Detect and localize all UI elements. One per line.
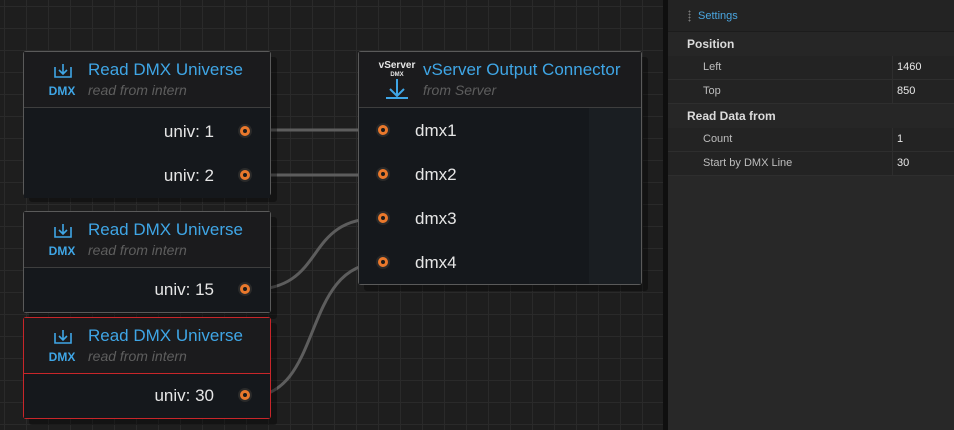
vserver-icon: vServer DMX bbox=[377, 58, 417, 102]
property-row-left[interactable]: Left 1460 bbox=[668, 56, 954, 80]
input-label: dmx3 bbox=[415, 209, 457, 228]
dmx-read-icon: DMX bbox=[44, 326, 80, 366]
input-row: dmx3 bbox=[359, 197, 641, 241]
input-label: dmx2 bbox=[415, 165, 457, 184]
node-subtitle: from Server bbox=[423, 82, 497, 98]
node-read-dmx-universe-1[interactable]: DMX Read DMX Universe read from intern u… bbox=[23, 51, 271, 198]
section-read-data-from-title[interactable]: Read Data from bbox=[668, 104, 954, 128]
tab-settings[interactable]: Settings bbox=[668, 0, 954, 32]
property-value-field[interactable]: 30 bbox=[892, 152, 954, 175]
output-port[interactable] bbox=[238, 388, 252, 402]
property-row-start-by-dmx-line[interactable]: Start by DMX Line 30 bbox=[668, 152, 954, 176]
node-body: univ: 15 bbox=[24, 268, 270, 312]
output-port[interactable] bbox=[238, 168, 252, 182]
node-body: univ: 30 bbox=[24, 374, 270, 418]
output-label: univ: 2 bbox=[163, 166, 214, 185]
output-port[interactable] bbox=[238, 124, 252, 138]
node-subtitle: read from intern bbox=[88, 348, 187, 364]
node-header[interactable]: DMX Read DMX Universe read from intern bbox=[24, 318, 270, 374]
property-row-count[interactable]: Count 1 bbox=[668, 128, 954, 152]
output-row: univ: 30 bbox=[24, 374, 270, 418]
node-body: univ: 1 univ: 2 bbox=[24, 108, 270, 198]
output-port[interactable] bbox=[238, 282, 252, 296]
input-port[interactable] bbox=[376, 255, 390, 269]
property-name: Left bbox=[703, 61, 722, 73]
node-body: dmx1 dmx2 dmx3 dmx4 bbox=[359, 108, 641, 284]
input-port[interactable] bbox=[376, 123, 390, 137]
output-label: univ: 1 bbox=[163, 122, 214, 141]
input-label: dmx4 bbox=[415, 253, 457, 272]
output-row: univ: 1 bbox=[24, 110, 270, 154]
input-port[interactable] bbox=[376, 211, 390, 225]
dmx-read-icon: DMX bbox=[44, 60, 80, 100]
output-label: univ: 15 bbox=[154, 280, 214, 299]
node-header[interactable]: DMX Read DMX Universe read from intern bbox=[24, 212, 270, 268]
svg-text:DMX: DMX bbox=[49, 244, 76, 258]
drag-grip-icon[interactable] bbox=[688, 9, 691, 22]
property-row-top[interactable]: Top 850 bbox=[668, 80, 954, 104]
property-name: Top bbox=[703, 85, 721, 97]
node-title: Read DMX Universe bbox=[88, 326, 243, 345]
node-read-dmx-universe-2[interactable]: DMX Read DMX Universe read from intern u… bbox=[23, 211, 271, 313]
node-title: Read DMX Universe bbox=[88, 60, 243, 79]
settings-panel: Settings Position Left 1460 Top 850 Read… bbox=[668, 0, 954, 430]
property-name: Count bbox=[703, 133, 733, 145]
node-title: Read DMX Universe bbox=[88, 220, 243, 239]
property-name: Start by DMX Line bbox=[703, 157, 793, 169]
svg-text:vServer: vServer bbox=[379, 60, 416, 71]
input-row: dmx2 bbox=[359, 153, 641, 197]
svg-text:DMX: DMX bbox=[49, 84, 76, 98]
svg-text:DMX: DMX bbox=[390, 72, 403, 78]
property-value-field[interactable]: 1 bbox=[892, 128, 954, 151]
node-title: vServer Output Connector bbox=[423, 60, 621, 79]
section-position-title[interactable]: Position bbox=[668, 32, 954, 56]
tab-settings-label: Settings bbox=[698, 9, 738, 22]
node-subtitle: read from intern bbox=[88, 242, 187, 258]
input-row: dmx4 bbox=[359, 241, 641, 285]
input-label: dmx1 bbox=[415, 121, 457, 140]
output-label: univ: 30 bbox=[154, 386, 214, 405]
node-canvas[interactable]: DMX Read DMX Universe read from intern u… bbox=[0, 0, 663, 430]
output-row: univ: 15 bbox=[24, 268, 270, 312]
property-value-field[interactable]: 1460 bbox=[892, 56, 954, 79]
node-header[interactable]: vServer DMX vServer Output Connector fro… bbox=[359, 52, 641, 108]
node-header[interactable]: DMX Read DMX Universe read from intern bbox=[24, 52, 270, 108]
property-value-field[interactable]: 850 bbox=[892, 80, 954, 103]
input-row: dmx1 bbox=[359, 109, 641, 153]
node-read-dmx-universe-3[interactable]: DMX Read DMX Universe read from intern u… bbox=[23, 317, 271, 419]
node-subtitle: read from intern bbox=[88, 82, 187, 98]
input-port[interactable] bbox=[376, 167, 390, 181]
node-vserver-output-connector[interactable]: vServer DMX vServer Output Connector fro… bbox=[358, 51, 642, 285]
panel-empty-area bbox=[668, 176, 954, 430]
output-row: univ: 2 bbox=[24, 154, 270, 198]
dmx-read-icon: DMX bbox=[44, 220, 80, 260]
svg-text:DMX: DMX bbox=[49, 350, 76, 364]
